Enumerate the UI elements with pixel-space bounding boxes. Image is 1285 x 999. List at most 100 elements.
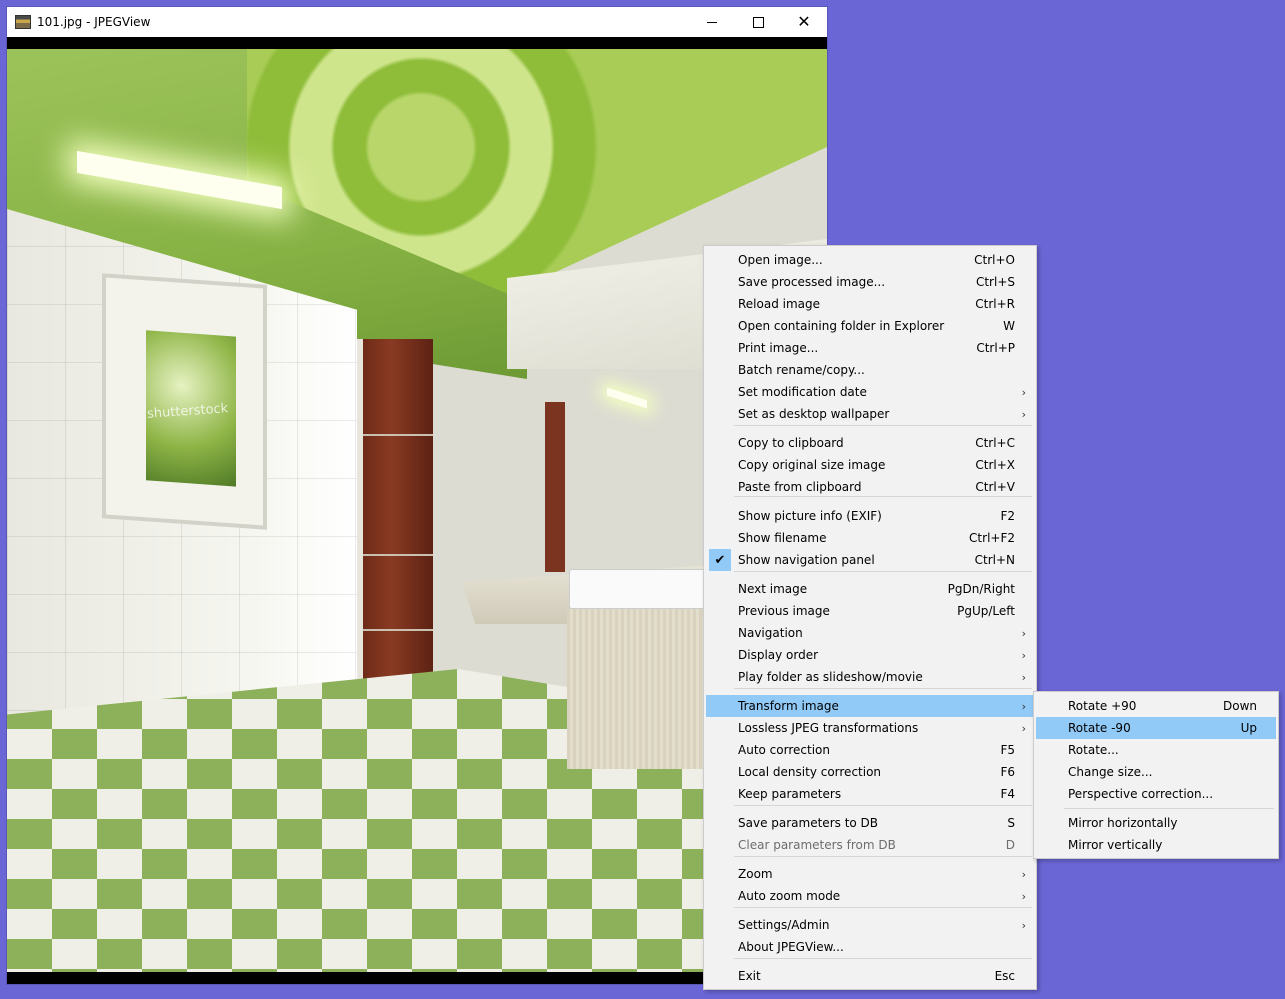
submenu-item-shortcut: Down — [1222, 699, 1257, 713]
menu-item-open-image[interactable]: Open image... Ctrl+O — [706, 249, 1034, 271]
menu-separator — [734, 688, 1032, 689]
menu-item-show-navigation-panel[interactable]: ✔ Show navigation panel Ctrl+N — [706, 549, 1034, 571]
door-trim — [363, 629, 433, 631]
submenu-item-perspective-correction[interactable]: Perspective correction... — [1036, 783, 1276, 805]
menu-item-shortcut: Ctrl+P — [976, 341, 1015, 355]
menu-item-paste-from-clipboard[interactable]: Paste from clipboard Ctrl+V — [706, 476, 1034, 498]
photo-lamp-reflection — [607, 387, 647, 409]
menu-item-set-as-desktop-wallpaper[interactable]: Set as desktop wallpaper › — [706, 403, 1034, 425]
menu-item-transform-image[interactable]: Transform image › — [706, 695, 1034, 717]
menu-item-shortcut: W — [1003, 319, 1015, 333]
menu-item-settings-admin[interactable]: Settings/Admin › — [706, 914, 1034, 936]
photo-picture-frame — [102, 273, 267, 530]
menu-item-lossless-jpeg-transformations[interactable]: Lossless JPEG transformations › — [706, 717, 1034, 739]
menu-item-save-parameters-to-db[interactable]: Save parameters to DB S — [706, 812, 1034, 834]
menu-item-label: Save processed image... — [738, 275, 886, 289]
menu-item-show-filename[interactable]: Show filename Ctrl+F2 — [706, 527, 1034, 549]
menu-item-shortcut: F5 — [1000, 743, 1015, 757]
chevron-right-icon: › — [1021, 407, 1026, 421]
menu-separator — [734, 805, 1032, 806]
transform-submenu: Rotate +90 Down Rotate -90 Up Rotate... Chang… — [1033, 691, 1279, 859]
window-title: 101.jpg - JPEGView — [37, 15, 151, 29]
menu-item-shortcut: D — [1005, 838, 1015, 852]
menu-item-label: Reload image — [738, 297, 821, 311]
chevron-right-icon: › — [1021, 626, 1026, 640]
menu-item-exit[interactable]: Exit Esc — [706, 965, 1034, 987]
menu-item-label: Copy original size image — [738, 458, 886, 472]
maximize-icon — [752, 16, 764, 28]
photo-cabinet — [567, 609, 707, 769]
menu-item-auto-zoom-mode[interactable]: Auto zoom mode › — [706, 885, 1034, 907]
menu-item-label: Show picture info (EXIF) — [738, 509, 882, 523]
menu-item-next-image[interactable]: Next image PgDn/Right — [706, 578, 1034, 600]
menu-item-keep-parameters[interactable]: Keep parameters F4 — [706, 783, 1034, 805]
submenu-item-label: Mirror horizontally — [1068, 816, 1178, 830]
menu-item-play-folder-as-slideshow-movie[interactable]: Play folder as slideshow/movie › — [706, 666, 1034, 688]
menu-item-label: Exit — [738, 969, 761, 983]
chevron-right-icon: › — [1021, 889, 1026, 903]
submenu-item-rotate-90[interactable]: Rotate +90 Down — [1036, 695, 1276, 717]
menu-item-save-processed-image[interactable]: Save processed image... Ctrl+S — [706, 271, 1034, 293]
submenu-item-label: Rotate +90 — [1068, 699, 1137, 713]
submenu-item-rotate-90[interactable]: Rotate -90 Up — [1036, 717, 1276, 739]
menu-separator — [734, 425, 1032, 426]
minimize-icon — [707, 21, 717, 23]
menu-item-previous-image[interactable]: Previous image PgUp/Left — [706, 600, 1034, 622]
menu-item-label: Auto zoom mode — [738, 889, 841, 903]
menu-item-shortcut: PgUp/Left — [957, 604, 1015, 618]
menu-item-copy-original-size-image[interactable]: Copy original size image Ctrl+X — [706, 454, 1034, 476]
menu-item-shortcut: Ctrl+X — [975, 458, 1015, 472]
menu-item-shortcut: Esc — [994, 969, 1015, 983]
menu-item-label: Settings/Admin — [738, 918, 830, 932]
menu-item-about-jpegview[interactable]: About JPEGView... — [706, 936, 1034, 958]
maximize-button[interactable] — [735, 7, 781, 37]
close-icon: ✕ — [797, 12, 811, 31]
menu-item-label: Next image — [738, 582, 808, 596]
menu-separator — [734, 907, 1032, 908]
menu-item-label: Lossless JPEG transformations — [738, 721, 919, 735]
menu-item-label: Previous image — [738, 604, 830, 618]
menu-item-copy-to-clipboard[interactable]: Copy to clipboard Ctrl+C — [706, 432, 1034, 454]
chevron-right-icon: › — [1021, 699, 1026, 713]
submenu-item-mirror-horizontally[interactable]: Mirror horizontally — [1036, 812, 1276, 834]
menu-item-shortcut: F2 — [1000, 509, 1015, 523]
menu-item-auto-correction[interactable]: Auto correction F5 — [706, 739, 1034, 761]
menu-item-open-containing-folder-in-explorer[interactable]: Open containing folder in Explorer W — [706, 315, 1034, 337]
menu-item-reload-image[interactable]: Reload image Ctrl+R — [706, 293, 1034, 315]
menu-item-batch-rename-copy[interactable]: Batch rename/copy... — [706, 359, 1034, 381]
menu-item-set-modification-date[interactable]: Set modification date › — [706, 381, 1034, 403]
menu-item-label: Clear parameters from DB — [738, 838, 896, 852]
minimize-button[interactable] — [689, 7, 735, 37]
chevron-right-icon: › — [1021, 867, 1026, 881]
submenu-item-change-size[interactable]: Change size... — [1036, 761, 1276, 783]
menu-item-label: Local density correction — [738, 765, 882, 779]
menu-item-label: Set modification date — [738, 385, 867, 399]
close-button[interactable]: ✕ — [781, 7, 827, 37]
menu-item-local-density-correction[interactable]: Local density correction F6 — [706, 761, 1034, 783]
menu-item-shortcut: Ctrl+V — [975, 480, 1015, 494]
menu-item-label: Open image... — [738, 253, 823, 267]
door-trim — [363, 554, 433, 556]
submenu-item-rotate[interactable]: Rotate... — [1036, 739, 1276, 761]
title-bar[interactable]: 101.jpg - JPEGView ✕ — [7, 7, 827, 37]
menu-item-zoom[interactable]: Zoom › — [706, 863, 1034, 885]
menu-item-label: Play folder as slideshow/movie — [738, 670, 923, 684]
submenu-item-mirror-vertically[interactable]: Mirror vertically — [1036, 834, 1276, 856]
menu-item-clear-parameters-from-db: Clear parameters from DB D — [706, 834, 1034, 856]
menu-separator — [734, 571, 1032, 572]
app-icon[interactable] — [15, 15, 31, 29]
chevron-right-icon: › — [1021, 385, 1026, 399]
menu-item-label: Show filename — [738, 531, 827, 545]
menu-item-shortcut: Ctrl+O — [974, 253, 1015, 267]
menu-item-label: Copy to clipboard — [738, 436, 844, 450]
menu-item-label: Open containing folder in Explorer — [738, 319, 945, 333]
menu-item-show-picture-info-exif[interactable]: Show picture info (EXIF) F2 — [706, 505, 1034, 527]
menu-item-print-image[interactable]: Print image... Ctrl+P — [706, 337, 1034, 359]
menu-item-label: Save parameters to DB — [738, 816, 879, 830]
menu-separator — [734, 496, 1032, 497]
menu-item-label: Auto correction — [738, 743, 830, 757]
menu-item-shortcut: PgDn/Right — [947, 582, 1015, 596]
menu-item-navigation[interactable]: Navigation › — [706, 622, 1034, 644]
menu-item-label: Paste from clipboard — [738, 480, 862, 494]
menu-item-display-order[interactable]: Display order › — [706, 644, 1034, 666]
